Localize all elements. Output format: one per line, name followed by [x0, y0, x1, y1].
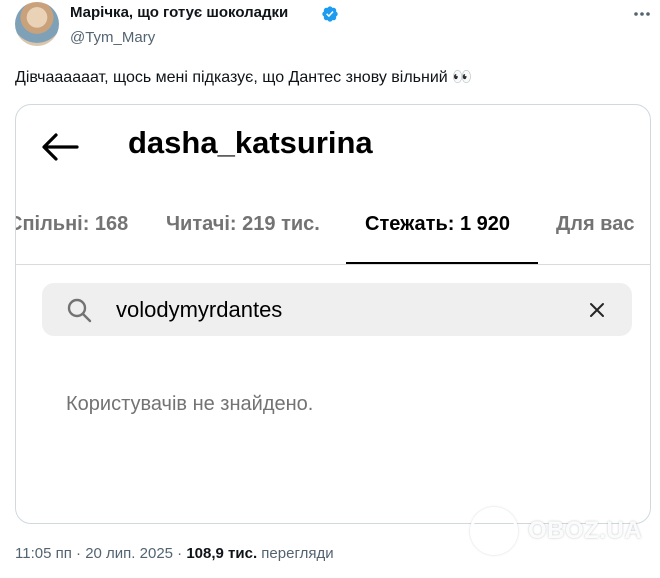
profile-username: dasha_katsurina: [128, 125, 373, 160]
tab-followers: Читачі: 219 тис.: [166, 213, 320, 235]
profile-tabs: Спільні: 168 Читачі: 219 тис. Стежать: 1…: [16, 195, 650, 265]
tab-following: Стежать: 1 920: [365, 213, 510, 235]
search-value: volodymyrdantes: [116, 297, 283, 322]
embedded-screenshot-card[interactable]: dasha_katsurina Спільні: 168 Читачі: 219…: [15, 104, 651, 524]
tweet-time[interactable]: 11:05 пп: [15, 545, 72, 562]
author-handle[interactable]: @Tym_Mary: [70, 29, 155, 46]
search-box: volodymyrdantes: [42, 283, 632, 336]
tweet-date[interactable]: 20 лип. 2025: [85, 545, 173, 562]
tab-for-you: Для вас: [556, 213, 635, 235]
avatar[interactable]: [15, 2, 59, 46]
no-results-message: Користувачів не знайдено.: [66, 393, 314, 415]
tab-mutual: Спільні: 168: [15, 213, 129, 235]
watermark: OBOZ.UA: [470, 505, 650, 561]
search-icon: [67, 298, 92, 323]
meta-separator: ·: [76, 545, 82, 562]
close-icon: [590, 303, 604, 317]
tweet-meta: 11:05 пп · 20 лип. 2025 · 108,9 тис. пер…: [15, 545, 334, 562]
more-horizontal-icon[interactable]: [630, 4, 654, 24]
watermark-logo-icon: [470, 507, 518, 555]
back-arrow-icon: [42, 133, 79, 161]
views-label: перегляди: [261, 545, 334, 562]
verified-badge-icon: [322, 6, 338, 22]
tweet-text: Дівчаааааат, щось мені підказує, що Дант…: [15, 69, 473, 86]
author-name[interactable]: Марічка, що готує шоколадки: [70, 4, 288, 21]
meta-separator-2: ·: [177, 545, 183, 562]
watermark-text: OBOZ.UA: [528, 517, 643, 544]
tabs-divider: [16, 264, 650, 265]
views-count: 108,9 тис.: [186, 545, 258, 562]
